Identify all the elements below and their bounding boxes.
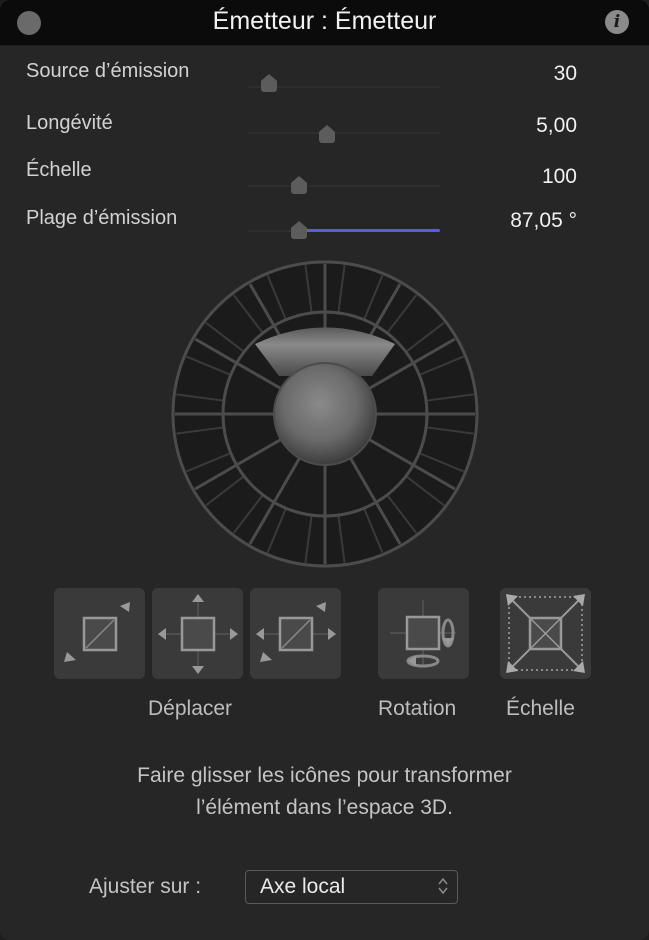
adjust-select[interactable]: Axe local (245, 870, 458, 904)
param-label: Source d’émission (26, 60, 190, 82)
emission-range-widget[interactable] (167, 256, 483, 572)
move-xz-tool[interactable] (250, 588, 341, 679)
param-label: Longévité (26, 112, 113, 134)
slider-track[interactable] (248, 185, 440, 187)
move-xy-tool[interactable] (152, 588, 243, 679)
param-label: Échelle (26, 159, 92, 181)
rotate-tool[interactable] (378, 588, 469, 679)
move-four-arrows-icon (158, 594, 238, 674)
scale-label: Échelle (506, 697, 575, 720)
slider-thumb[interactable] (261, 74, 277, 92)
move-diagonal-icon (64, 602, 130, 662)
help-text-line1: Faire glisser les icônes pour transforme… (137, 764, 512, 787)
slider-thumb[interactable] (319, 125, 335, 143)
adjust-selected-value: Axe local (260, 875, 346, 898)
move-label: Déplacer (148, 697, 233, 720)
slider-track[interactable] (248, 132, 440, 134)
sphere-widget-icon (171, 260, 479, 568)
param-source-emission: Source d’émission 30 (0, 60, 649, 106)
move-z-tool[interactable] (54, 588, 145, 679)
param-plage-emission: Plage d’émission 87,05 ° (0, 207, 649, 253)
param-longevite: Longévité 5,00 (0, 112, 649, 158)
slider-range-fill (305, 229, 440, 232)
window-title: Émetteur : Émetteur (212, 7, 437, 35)
rotate-3d-icon (390, 600, 456, 668)
rotation-label: Rotation (378, 697, 457, 720)
slider-thumb[interactable] (291, 221, 307, 239)
emitter-hud: Émetteur : Émetteur i Source d’émission … (0, 0, 649, 940)
param-value[interactable]: 87,05 ° (510, 209, 577, 233)
help-text: Faire glisser les icônes pour transforme… (0, 760, 649, 824)
move-horizontal-diagonal-icon (256, 602, 336, 662)
chevron-updown-icon (438, 877, 448, 895)
param-value[interactable]: 30 (554, 62, 577, 86)
help-text-line2: l’élément dans l’espace 3D. (196, 796, 453, 819)
param-value[interactable]: 5,00 (536, 114, 577, 138)
info-icon[interactable]: i (605, 10, 629, 34)
param-label: Plage d’émission (26, 207, 178, 229)
adjust-label: Ajuster sur : (89, 875, 202, 898)
scale-corners-icon (506, 594, 585, 673)
slider-thumb[interactable] (291, 176, 307, 194)
param-value[interactable]: 100 (542, 165, 577, 189)
title-bar: Émetteur : Émetteur i (0, 0, 649, 46)
param-echelle: Échelle 100 (0, 159, 649, 205)
scale-tool[interactable] (500, 588, 591, 679)
